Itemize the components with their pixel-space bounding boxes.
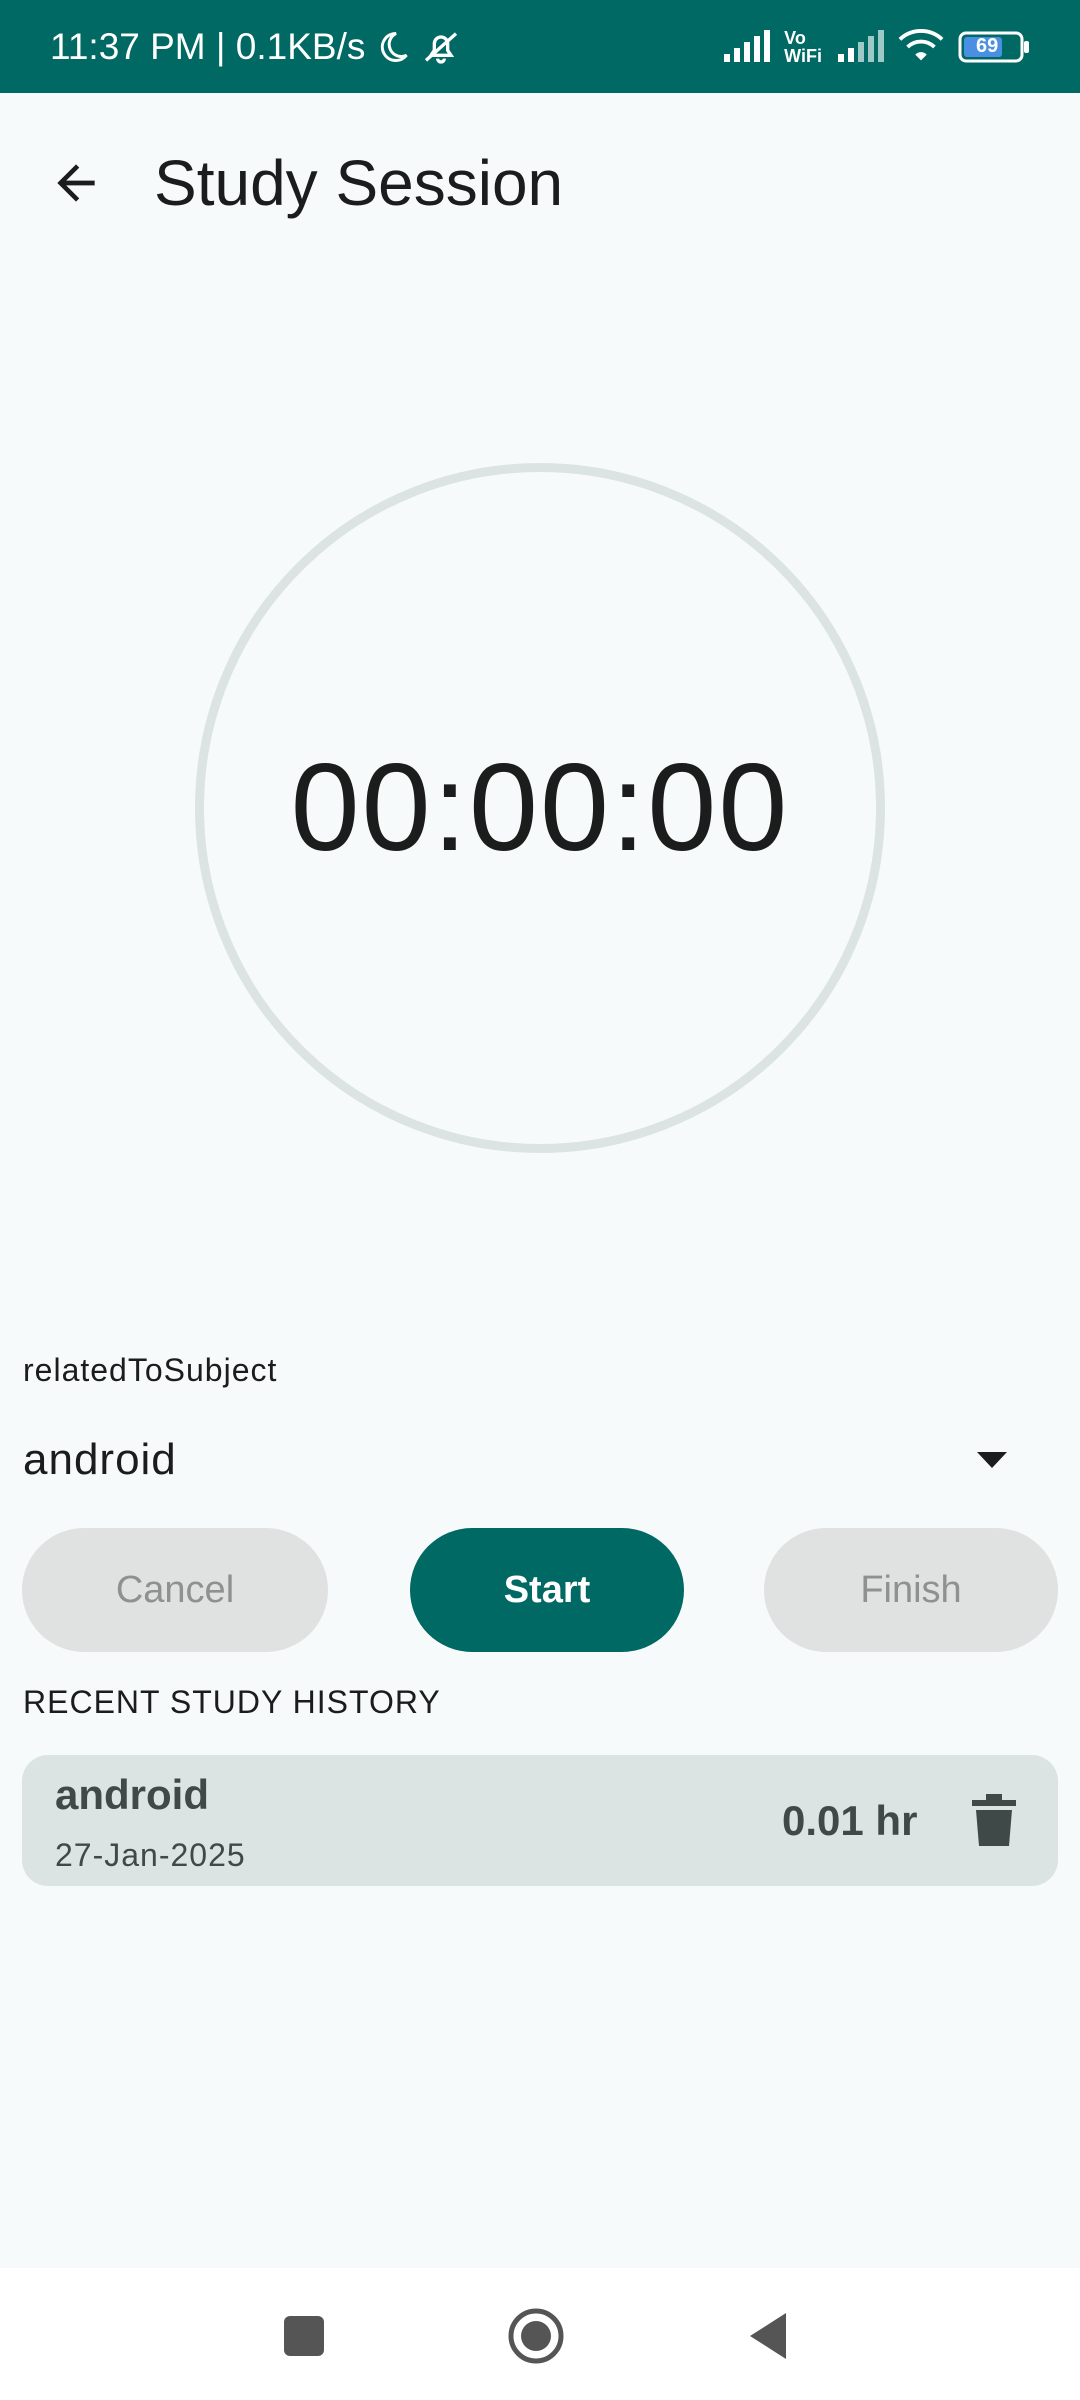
- subject-dropdown[interactable]: android: [0, 1410, 1040, 1510]
- vowifi-icon: Vo WiFi: [784, 29, 822, 65]
- delete-button[interactable]: [966, 1791, 1022, 1851]
- dnd-bell-off-icon: [421, 27, 461, 67]
- history-item-subject: android: [55, 1771, 209, 1818]
- history-item: android 27-Jan-2025 0.01 hr: [22, 1755, 1058, 1886]
- status-bar: 11:37 PM | 0.1KB/s Vo WiFi 69: [0, 0, 1080, 93]
- moon-icon: [375, 29, 411, 65]
- history-heading: RECENT STUDY HISTORY: [23, 1684, 441, 1720]
- top-app-bar: Study Session: [0, 93, 1080, 273]
- history-item-date: 27-Jan-2025: [55, 1837, 246, 1873]
- cancel-button[interactable]: Cancel: [22, 1528, 328, 1652]
- subject-selected-value: android: [23, 1435, 177, 1484]
- back-nav-button[interactable]: [736, 2304, 800, 2368]
- arrow-drop-down-icon: [977, 1452, 1007, 1468]
- back-triangle-icon: [750, 2313, 786, 2359]
- vowifi-top: Vo: [784, 27, 806, 48]
- recents-button[interactable]: [272, 2304, 336, 2368]
- signal-icon: [836, 29, 884, 64]
- battery-icon: 69: [958, 30, 1030, 64]
- status-left: 11:37 PM | 0.1KB/s: [50, 26, 461, 68]
- system-nav-bar: [0, 2268, 1080, 2400]
- page-title: Study Session: [154, 147, 564, 219]
- timer-display: 00:00:00: [290, 739, 790, 877]
- timer-ring: 00:00:00: [195, 463, 885, 1153]
- history-item-duration: 0.01 hr: [782, 1797, 918, 1844]
- subject-label: relatedToSubject: [23, 1352, 278, 1388]
- home-button[interactable]: [504, 2304, 568, 2368]
- delete-icon: [972, 1794, 1016, 1846]
- arrow-back-icon: [57, 164, 95, 202]
- signal-icon: [722, 29, 771, 64]
- finish-button[interactable]: Finish: [764, 1528, 1058, 1652]
- home-circle-icon: [508, 2308, 564, 2364]
- recents-square-icon: [284, 2316, 324, 2356]
- vowifi-bottom: WiFi: [784, 45, 822, 66]
- back-button[interactable]: [40, 147, 112, 219]
- start-button[interactable]: Start: [410, 1528, 684, 1652]
- battery-level: 69: [976, 34, 999, 57]
- status-time-speed: 11:37 PM | 0.1KB/s: [50, 25, 366, 67]
- status-right: Vo WiFi 69: [722, 29, 1030, 65]
- wifi-icon: [898, 28, 944, 65]
